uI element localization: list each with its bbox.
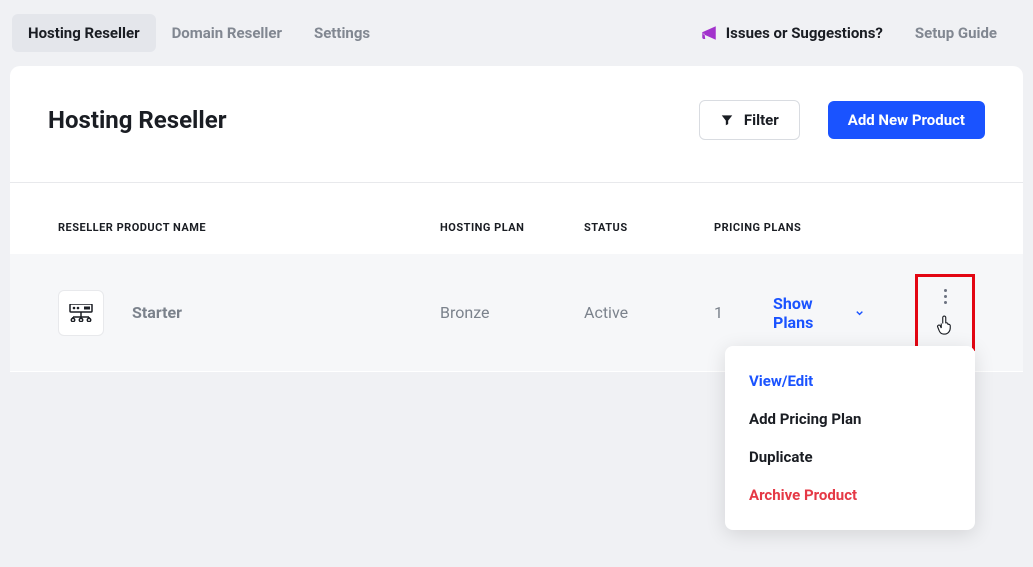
setup-guide-link[interactable]: Setup Guide bbox=[899, 14, 1013, 52]
table-row: Starter Bronze Active 1 Show Plans bbox=[10, 254, 1023, 372]
card-header: Hosting Reseller Filter Add New Product bbox=[10, 66, 1023, 183]
kebab-menu-button[interactable] bbox=[936, 285, 954, 308]
top-nav: Hosting Reseller Domain Reseller Setting… bbox=[0, 0, 1033, 66]
filter-button-label: Filter bbox=[744, 111, 779, 129]
column-header-name: RESELLER PRODUCT NAME bbox=[58, 221, 440, 234]
product-icon bbox=[58, 290, 104, 336]
cell-status: Active bbox=[584, 303, 714, 322]
filter-button[interactable]: Filter bbox=[699, 100, 800, 140]
header-actions: Filter Add New Product bbox=[699, 100, 985, 140]
show-plans-toggle[interactable]: Show Plans bbox=[773, 294, 865, 332]
tab-domain-reseller[interactable]: Domain Reseller bbox=[156, 14, 298, 52]
column-header-status: STATUS bbox=[584, 221, 714, 234]
row-actions-dropdown: View/Edit Add Pricing Plan Duplicate Arc… bbox=[725, 346, 975, 530]
cell-pricing: 1 Show Plans bbox=[714, 274, 975, 351]
row-actions-wrap: View/Edit Add Pricing Plan Duplicate Arc… bbox=[915, 274, 975, 351]
cursor-hand-icon bbox=[936, 314, 954, 336]
main-card: Hosting Reseller Filter Add New Product … bbox=[10, 66, 1023, 372]
show-plans-label: Show Plans bbox=[773, 294, 840, 332]
cell-product-name: Starter bbox=[58, 290, 440, 336]
dropdown-add-pricing-plan[interactable]: Add Pricing Plan bbox=[725, 400, 975, 438]
column-header-plan: HOSTING PLAN bbox=[440, 221, 584, 234]
tab-settings[interactable]: Settings bbox=[298, 14, 386, 52]
megaphone-icon bbox=[700, 24, 718, 42]
server-icon bbox=[68, 304, 94, 322]
add-new-product-button[interactable]: Add New Product bbox=[828, 101, 985, 139]
tab-hosting-reseller[interactable]: Hosting Reseller bbox=[12, 14, 156, 52]
chevron-down-icon bbox=[854, 306, 865, 320]
dropdown-duplicate[interactable]: Duplicate bbox=[725, 438, 975, 476]
dropdown-archive-product[interactable]: Archive Product bbox=[725, 476, 975, 514]
table-header: RESELLER PRODUCT NAME HOSTING PLAN STATU… bbox=[10, 183, 1023, 254]
products-table: RESELLER PRODUCT NAME HOSTING PLAN STATU… bbox=[10, 183, 1023, 372]
page-title: Hosting Reseller bbox=[48, 106, 227, 134]
cell-hosting-plan: Bronze bbox=[440, 303, 584, 322]
issues-suggestions-label: Issues or Suggestions? bbox=[726, 24, 883, 42]
column-header-pricing: PRICING PLANS bbox=[714, 221, 975, 234]
annotation-highlight bbox=[915, 274, 975, 351]
product-name-text: Starter bbox=[132, 303, 182, 322]
pricing-count: 1 bbox=[714, 303, 723, 322]
dropdown-view-edit[interactable]: View/Edit bbox=[725, 362, 975, 400]
issues-suggestions-link[interactable]: Issues or Suggestions? bbox=[684, 14, 899, 52]
filter-icon bbox=[720, 113, 734, 127]
